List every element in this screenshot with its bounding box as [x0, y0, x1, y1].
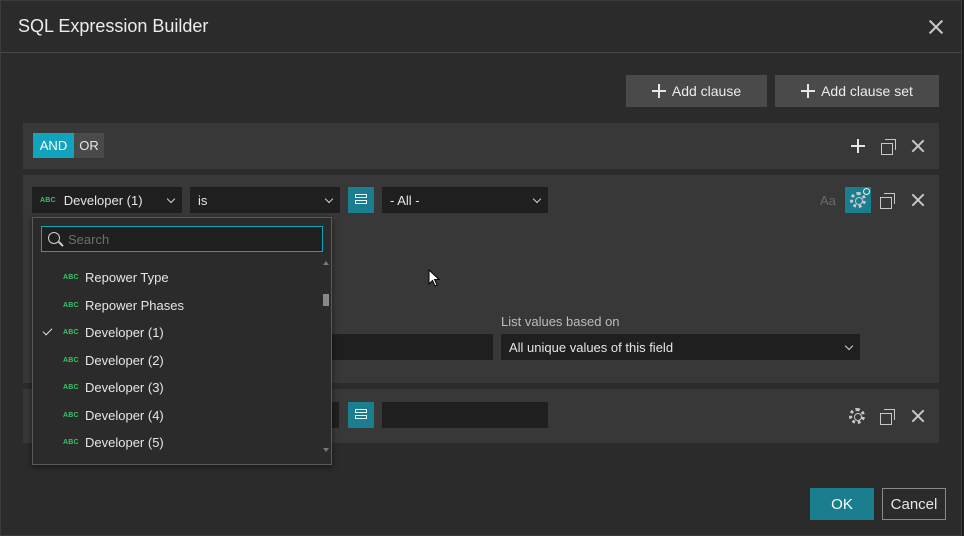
settings-button[interactable]	[845, 187, 871, 213]
chevron-down-icon	[532, 194, 542, 204]
add-clause-set-label: Add clause set	[821, 83, 913, 99]
field-list-item[interactable]: ABC Developer (2)	[33, 347, 323, 374]
chevron-down-icon	[324, 194, 334, 204]
checkmark-icon	[42, 325, 53, 336]
list-values-label: List values based on	[501, 314, 620, 329]
input-mode-button-2[interactable]	[348, 402, 374, 428]
delete-icon[interactable]	[910, 138, 926, 154]
or-toggle[interactable]: OR	[74, 133, 104, 158]
field-list-item-label: Developer (3)	[85, 380, 164, 395]
field-list-item[interactable]: ABC Developer (3)	[33, 374, 323, 401]
input-mode-button[interactable]	[348, 187, 374, 213]
indicator-dot	[863, 188, 870, 195]
case-sensitive-toggle[interactable]: Aa	[820, 193, 836, 208]
field-list-item-label: Developer (5)	[85, 435, 164, 450]
field-select[interactable]: ABC Developer (1)	[32, 187, 182, 213]
string-type-icon: ABC	[40, 196, 56, 204]
add-clause-button[interactable]: Add clause	[626, 75, 767, 107]
string-type-icon: ABC	[63, 274, 79, 281]
search-icon	[48, 232, 60, 244]
field-list-item-label: Repower Phases	[85, 297, 184, 313]
add-clause-label: Add clause	[671, 83, 742, 99]
add-clause-set-button[interactable]: Add clause set	[775, 75, 939, 107]
field-list-item-label: Developer (2)	[85, 352, 164, 368]
search-field[interactable]	[41, 226, 323, 252]
dialog-titlebar: SQL Expression Builder	[1, 1, 961, 53]
list-icon	[355, 409, 367, 413]
sql-expression-builder-dialog: SQL Expression Builder Add clause Add cl…	[0, 0, 962, 536]
gear-icon[interactable]	[849, 408, 865, 424]
string-type-icon: ABC	[63, 329, 79, 336]
delete-icon[interactable]	[910, 408, 926, 424]
and-toggle[interactable]: AND	[33, 133, 74, 158]
clause-set-header: AND OR	[23, 123, 939, 169]
chevron-down-icon	[844, 341, 854, 351]
search-input[interactable]	[68, 230, 308, 248]
field-select-value: Developer (1)	[63, 192, 143, 208]
close-icon[interactable]	[927, 18, 945, 36]
field-list-item-label: Repower Type	[85, 270, 169, 285]
operator-select[interactable]: is	[190, 187, 340, 213]
add-icon[interactable]	[849, 137, 867, 155]
string-type-icon: ABC	[63, 411, 79, 419]
list-icon	[355, 194, 367, 198]
mouse-pointer-icon	[428, 269, 440, 287]
plus-icon	[651, 84, 666, 98]
string-type-icon: ABC	[63, 301, 79, 309]
string-type-icon: ABC	[63, 356, 79, 364]
chevron-down-icon	[166, 194, 176, 204]
scroll-down-icon[interactable]	[323, 448, 329, 452]
operator-select-value: is	[198, 192, 208, 208]
settings-input[interactable]	[323, 334, 493, 360]
plus-icon	[851, 139, 865, 153]
scroll-up-icon[interactable]	[323, 261, 329, 265]
field-list-item[interactable]: ABC Repower Type	[33, 264, 323, 291]
value-select-value: - All -	[390, 192, 420, 208]
field-list-item[interactable]: ABC Repower Phases	[33, 292, 323, 319]
string-type-icon: ABC	[63, 384, 79, 391]
duplicate-icon[interactable]	[881, 139, 896, 155]
field-dropdown: ABC Repower Type ABC Repower Phases ABC Devel…	[32, 217, 332, 465]
field-list-item[interactable]: ABC Developer (1)	[33, 319, 323, 346]
list-values-select[interactable]: All unique values of this field	[501, 334, 860, 360]
field-list-item-label: Developer (4)	[85, 407, 164, 423]
duplicate-icon[interactable]	[880, 409, 895, 425]
string-type-icon: ABC	[63, 439, 79, 446]
value-select[interactable]: - All -	[382, 187, 548, 213]
duplicate-icon[interactable]	[880, 193, 895, 209]
ok-button[interactable]: OK	[810, 488, 874, 520]
field-list-item[interactable]: ABC Developer (4)	[33, 402, 323, 429]
list-values-value: All unique values of this field	[509, 339, 674, 355]
plus-icon	[801, 84, 816, 98]
dialog-title: SQL Expression Builder	[18, 16, 209, 36]
field-list-item-label: Developer (1)	[85, 325, 164, 340]
cancel-button[interactable]: Cancel	[882, 488, 946, 520]
scrollbar-thumb[interactable]	[323, 294, 329, 306]
field-list-item[interactable]: ABC Developer (5)	[33, 429, 323, 456]
value-input-2[interactable]	[382, 402, 548, 428]
delete-icon[interactable]	[910, 192, 926, 208]
